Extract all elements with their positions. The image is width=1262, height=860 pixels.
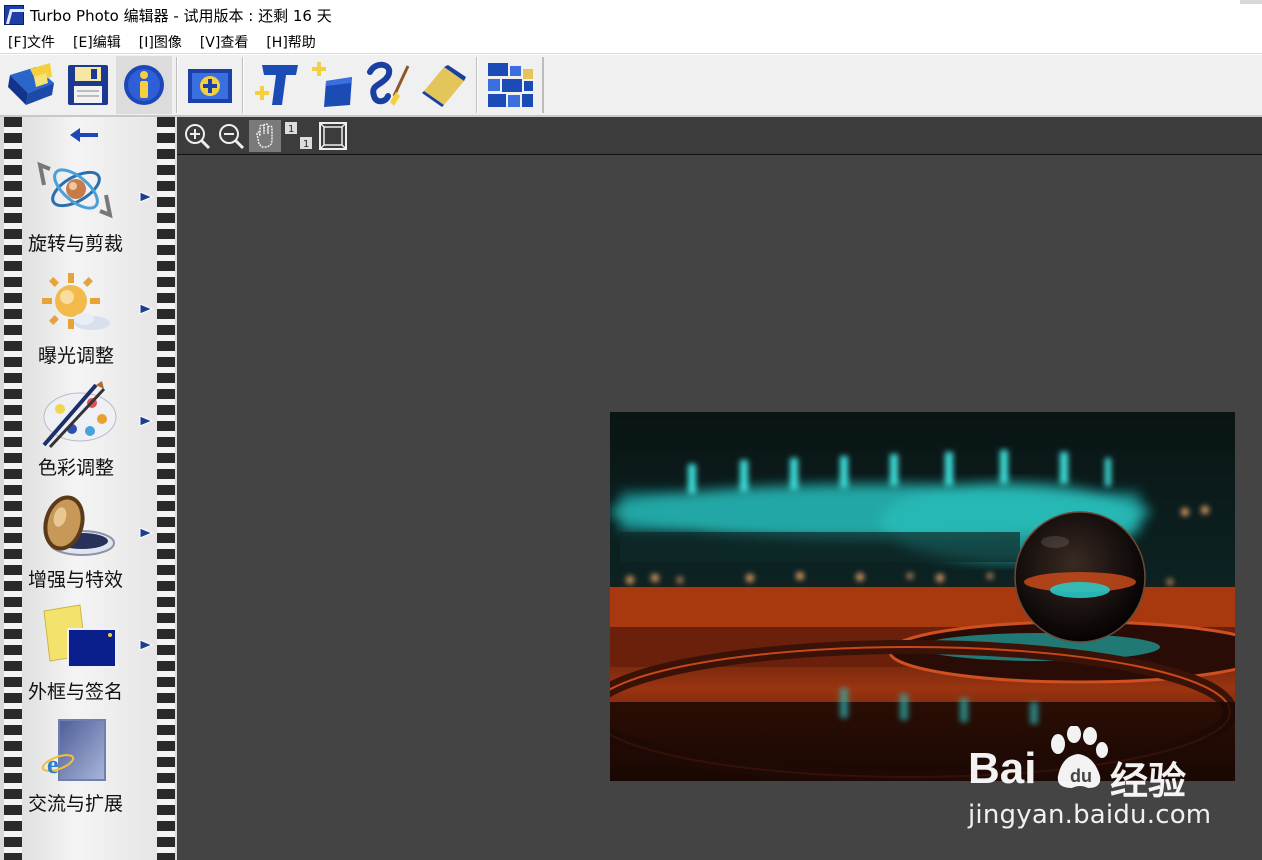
toolbar-end-separator — [542, 57, 544, 113]
open-button[interactable] — [4, 56, 60, 114]
menu-file[interactable]: [F]文件 — [8, 32, 55, 52]
watermark-brand: Bai — [968, 744, 1037, 793]
svg-text:1: 1 — [288, 124, 294, 135]
submenu-arrow-icon[interactable] — [138, 414, 154, 428]
sidebar-item-color[interactable]: 色彩调整 — [22, 379, 157, 491]
add-photo-button[interactable] — [182, 56, 238, 114]
add-layer-icon — [312, 62, 352, 107]
effects-lens-icon — [43, 495, 115, 556]
svg-text:du: du — [1070, 766, 1092, 786]
fit-window-button[interactable] — [317, 120, 349, 152]
zoom-in-icon — [185, 123, 211, 149]
svg-text:e: e — [47, 750, 59, 779]
add-text-icon — [255, 65, 298, 105]
baidu-paw-icon: du — [1051, 726, 1108, 788]
toolbar-separator — [242, 57, 244, 113]
add-photo-icon — [188, 69, 232, 103]
sidebar-item-label: 色彩调整 — [38, 457, 115, 479]
main-toolbar — [0, 55, 1262, 117]
open-folder-icon — [8, 63, 54, 105]
watermark-brand-cn: 经验 — [1110, 759, 1187, 803]
sidebar-item-label: 增强与特效 — [28, 569, 124, 591]
frame-signature-icon — [43, 604, 117, 668]
zoom-in-button[interactable] — [181, 120, 213, 152]
info-icon — [124, 65, 164, 105]
svg-text:1: 1 — [303, 139, 309, 150]
menu-view[interactable]: [V]查看 — [200, 32, 249, 52]
pan-button[interactable] — [249, 119, 281, 152]
watermark-url: jingyan.baidu.com — [968, 800, 1212, 830]
color-palette-icon — [42, 381, 117, 449]
sidebar-item-share[interactable]: e 交流与扩展 — [22, 715, 157, 827]
film-perforation-right — [157, 117, 175, 860]
tools-sidebar: 旋转与剪裁 曝光调整 色彩调整 增强与特效 外框与签名 e 交流与扩展 — [0, 117, 177, 860]
app-logo-icon — [4, 5, 24, 25]
zoom-out-button[interactable] — [215, 120, 247, 152]
sidebar-item-effects[interactable]: 增强与特效 — [22, 491, 157, 603]
back-arrow-icon[interactable] — [68, 125, 102, 145]
baidu-watermark: Bai du 经验 jingyan.baidu.com — [968, 722, 1212, 842]
view-toolbar: 1 1 — [177, 117, 1262, 155]
exposure-icon — [42, 273, 110, 330]
rotate-crop-icon — [37, 161, 113, 219]
save-disk-icon — [68, 65, 108, 105]
hand-pan-icon — [256, 122, 273, 148]
sidebar-item-rotate-crop[interactable]: 旋转与剪裁 — [22, 155, 157, 267]
sidebar-item-exposure[interactable]: 曝光调整 — [22, 267, 157, 379]
window-controls[interactable] — [1240, 0, 1262, 4]
submenu-arrow-icon[interactable] — [138, 638, 154, 652]
toolbar-separator — [176, 57, 178, 113]
add-layer-button[interactable] — [304, 56, 360, 114]
actual-size-icon: 1 1 — [285, 121, 312, 150]
submenu-arrow-icon[interactable] — [138, 190, 154, 204]
fit-window-icon — [319, 121, 347, 150]
share-ie-icon: e — [41, 719, 106, 781]
window-title: Turbo Photo 编辑器 - 试用版本 : 还剩 16 天 — [30, 6, 332, 25]
eraser-icon — [422, 65, 466, 107]
menu-bar: [F]文件 [E]编辑 [I]图像 [V]查看 [H]帮助 — [0, 30, 1262, 54]
batch-button[interactable] — [482, 56, 538, 114]
sidebar-item-label: 旋转与剪裁 — [28, 233, 124, 255]
sidebar-item-label: 曝光调整 — [38, 345, 115, 367]
eraser-button[interactable] — [416, 56, 472, 114]
batch-icon — [488, 63, 533, 107]
menu-help[interactable]: [H]帮助 — [266, 32, 315, 52]
title-bar: Turbo Photo 编辑器 - 试用版本 : 还剩 16 天 — [0, 0, 1262, 30]
submenu-arrow-icon[interactable] — [138, 526, 154, 540]
menu-edit[interactable]: [E]编辑 — [73, 32, 121, 52]
info-button[interactable] — [116, 56, 172, 114]
add-text-button[interactable] — [248, 56, 304, 114]
sidebar-item-frame[interactable]: 外框与签名 — [22, 603, 157, 715]
brush-icon — [367, 61, 410, 106]
zoom-out-icon — [219, 123, 245, 149]
actual-size-button[interactable]: 1 1 — [283, 120, 315, 152]
film-perforation-left — [4, 117, 22, 860]
sidebar-item-label: 外框与签名 — [28, 681, 124, 703]
brush-button[interactable] — [360, 56, 416, 114]
sidebar-item-label: 交流与扩展 — [28, 793, 124, 815]
toolbar-separator — [476, 57, 478, 113]
menu-image[interactable]: [I]图像 — [139, 32, 182, 52]
save-button[interactable] — [60, 56, 116, 114]
submenu-arrow-icon[interactable] — [138, 302, 154, 316]
